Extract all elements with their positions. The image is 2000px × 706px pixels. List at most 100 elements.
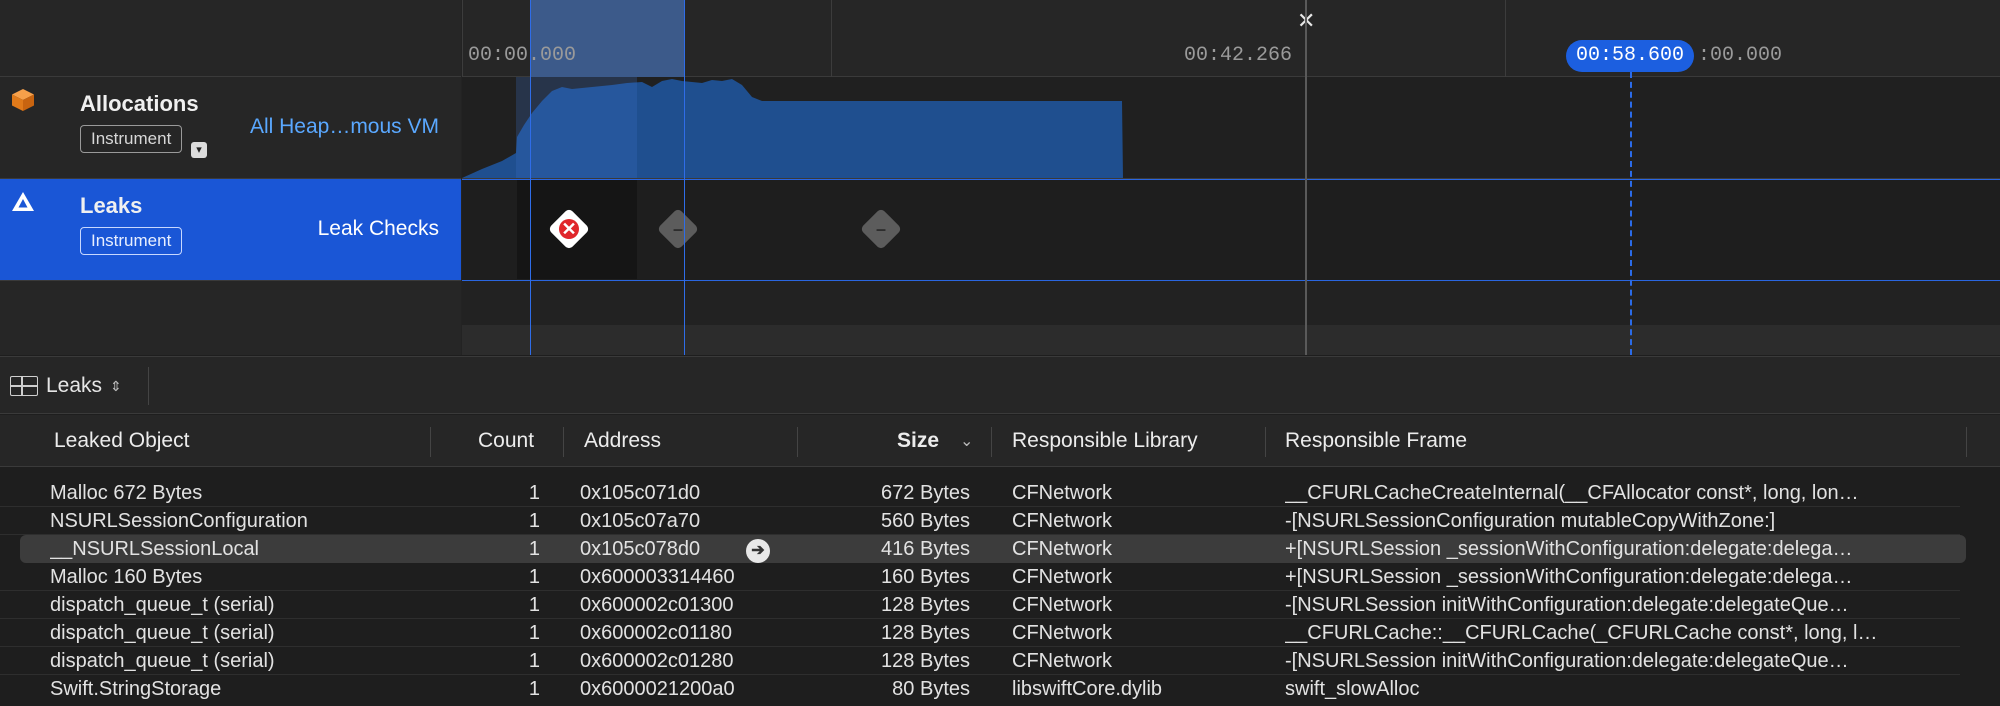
cell-library: CFNetwork — [1012, 482, 1113, 504]
detail-view-label: Leaks — [46, 374, 103, 397]
cell-count: 1 — [528, 538, 540, 560]
cell-count: 1 — [528, 622, 540, 644]
tick-line — [831, 0, 832, 77]
playhead-line[interactable] — [1630, 72, 1632, 355]
cell-count: 1 — [528, 482, 540, 504]
cell-frame: -[NSURLSession initWithConfiguration:del… — [1285, 650, 1849, 672]
allocations-lane[interactable] — [462, 77, 2000, 179]
minus-icon: – — [875, 219, 886, 239]
cell-count: 1 — [528, 678, 540, 700]
column-header-size[interactable]: Size — [897, 429, 939, 453]
cell-frame: +[NSURLSession _sessionWithConfiguration… — [1285, 566, 1853, 588]
track-header-empty — [0, 281, 461, 355]
cell-size: 560 Bytes — [881, 510, 970, 532]
cell-size: 160 Bytes — [881, 566, 970, 588]
cell-library: CFNetwork — [1012, 566, 1113, 588]
column-header-address[interactable]: Address — [584, 429, 661, 453]
cell-frame: +[NSURLSession _sessionWithConfiguration… — [1285, 538, 1853, 560]
tick-label: :00.000 — [1698, 44, 1783, 67]
recording-end-line — [1305, 0, 1307, 355]
cell-address: 0x600003314460 — [580, 566, 735, 588]
leaks-lane[interactable]: ✕ – – — [462, 179, 2000, 281]
sort-descending-icon[interactable]: ⌄ — [960, 431, 973, 451]
column-divider[interactable] — [1966, 427, 1967, 457]
cell-library: CFNetwork — [1012, 594, 1113, 616]
detail-view-selector[interactable]: Leaks ⇕ — [10, 371, 122, 401]
table-row[interactable]: Malloc 672 Bytes 1 0x105c071d0 672 Bytes… — [0, 479, 2000, 507]
cell-frame: -[NSURLSession initWithConfiguration:del… — [1285, 594, 1849, 616]
allocations-graph — [462, 77, 1123, 178]
table-row[interactable]: Swift.StringStorage 1 0x6000021200a0 80 … — [0, 675, 2000, 703]
cell-library: CFNetwork — [1012, 538, 1113, 560]
cell-library: CFNetwork — [1012, 510, 1113, 532]
column-divider[interactable] — [430, 427, 431, 457]
cell-library: CFNetwork — [1012, 650, 1113, 672]
detail-navigation-bar: Leaks ⇕ — [0, 356, 2000, 414]
cell-address: 0x105c07a70 — [580, 510, 701, 532]
leaks-table: Leaked Object Count Address Size ⌄ Respo… — [0, 415, 2000, 706]
table-icon — [10, 376, 38, 396]
cell-frame: -[NSURLSessionConfiguration mutableCopyW… — [1285, 510, 1776, 532]
cell-size: 416 Bytes — [881, 538, 970, 560]
instrument-tag: Instrument — [80, 125, 183, 153]
allocations-cube-icon — [12, 89, 34, 111]
cell-size: 672 Bytes — [881, 482, 970, 504]
column-divider[interactable] — [991, 427, 992, 457]
leak-check-flag-no-leaks[interactable]: – — [859, 207, 903, 251]
cell-leaked-object: Malloc 672 Bytes — [50, 482, 203, 504]
chevron-up-down-icon: ⇕ — [110, 377, 122, 394]
track-subtitle-link[interactable]: All Heap…mous VM — [250, 115, 439, 139]
cell-size: 128 Bytes — [881, 650, 970, 672]
cell-size: 128 Bytes — [881, 594, 970, 616]
track-title: Allocations — [80, 91, 199, 116]
column-header-responsible-frame[interactable]: Responsible Frame — [1285, 429, 1467, 453]
track-subtitle[interactable]: Leak Checks — [318, 217, 439, 241]
track-header-leaks[interactable]: Leaks Instrument Leak Checks — [0, 179, 461, 281]
cell-address: 0x600002c01300 — [580, 594, 734, 616]
tick-line — [462, 0, 463, 77]
ruler-header-spacer — [0, 0, 461, 77]
cell-leaked-object: __NSURLSessionLocal — [50, 538, 260, 560]
cell-leaked-object: dispatch_queue_t (serial) — [50, 594, 275, 616]
table-row[interactable]: dispatch_queue_t (serial) 1 0x600002c012… — [0, 647, 2000, 675]
cell-leaked-object: dispatch_queue_t (serial) — [50, 650, 275, 672]
track-title: Leaks — [80, 193, 143, 218]
column-divider[interactable] — [563, 427, 564, 457]
playhead-time-badge[interactable]: 00:58.600 — [1566, 40, 1695, 72]
table-row[interactable]: dispatch_queue_t (serial) 1 0x600002c013… — [0, 591, 2000, 619]
table-row[interactable]: NSURLSessionConfiguration 1 0x105c07a70 … — [0, 507, 2000, 535]
cell-library: libswiftCore.dylib — [1012, 678, 1163, 700]
table-header: Leaked Object Count Address Size ⌄ Respo… — [0, 415, 2000, 467]
instruments-window: Allocations Instrument ▾ All Heap…mous V… — [0, 0, 2000, 706]
cell-leaked-object: dispatch_queue_t (serial) — [50, 622, 275, 644]
inspection-range[interactable] — [530, 0, 685, 355]
tick-label: 00:42.266 — [1184, 44, 1293, 67]
cell-size: 80 Bytes — [892, 678, 970, 700]
column-divider[interactable] — [1265, 427, 1266, 457]
cell-count: 1 — [528, 650, 540, 672]
table-row[interactable]: Malloc 160 Bytes 1 0x600003314460 160 By… — [0, 563, 2000, 591]
cell-count: 1 — [528, 594, 540, 616]
time-ruler[interactable]: 00:00.000 00:42.266 :00.000 ✕ 00:58.600 — [462, 0, 2000, 77]
cell-size: 128 Bytes — [881, 622, 970, 644]
table-row[interactable]: dispatch_queue_t (serial) 1 0x600002c011… — [0, 619, 2000, 647]
cell-frame: __CFURLCacheCreateInternal(__CFAllocator… — [1285, 482, 1859, 504]
column-header-leaked-object[interactable]: Leaked Object — [54, 429, 189, 453]
column-header-count[interactable]: Count — [478, 429, 534, 453]
timeline-scroll-track[interactable] — [462, 325, 2000, 355]
table-row-selected[interactable]: __NSURLSessionLocal 1 0x105c078d0 ➔ 416 … — [0, 535, 2000, 563]
column-divider[interactable] — [797, 427, 798, 457]
cell-leaked-object: Swift.StringStorage — [50, 678, 222, 700]
cell-address: 0x105c071d0 — [580, 482, 701, 504]
tick-line — [1505, 0, 1506, 77]
cell-count: 1 — [528, 510, 540, 532]
track-header-allocations[interactable]: Allocations Instrument ▾ All Heap…mous V… — [0, 77, 461, 179]
column-header-responsible-library[interactable]: Responsible Library — [1012, 429, 1198, 453]
track-lanes[interactable]: 00:00.000 00:42.266 :00.000 ✕ 00:58.600 … — [462, 0, 2000, 355]
divider — [148, 367, 149, 405]
timeline-area: Allocations Instrument ▾ All Heap…mous V… — [0, 0, 2000, 355]
go-to-address-icon[interactable]: ➔ — [746, 539, 770, 563]
cell-leaked-object: NSURLSessionConfiguration — [50, 510, 308, 532]
cell-address: 0x600002c01180 — [580, 622, 732, 644]
chevron-down-icon[interactable]: ▾ — [191, 142, 207, 158]
